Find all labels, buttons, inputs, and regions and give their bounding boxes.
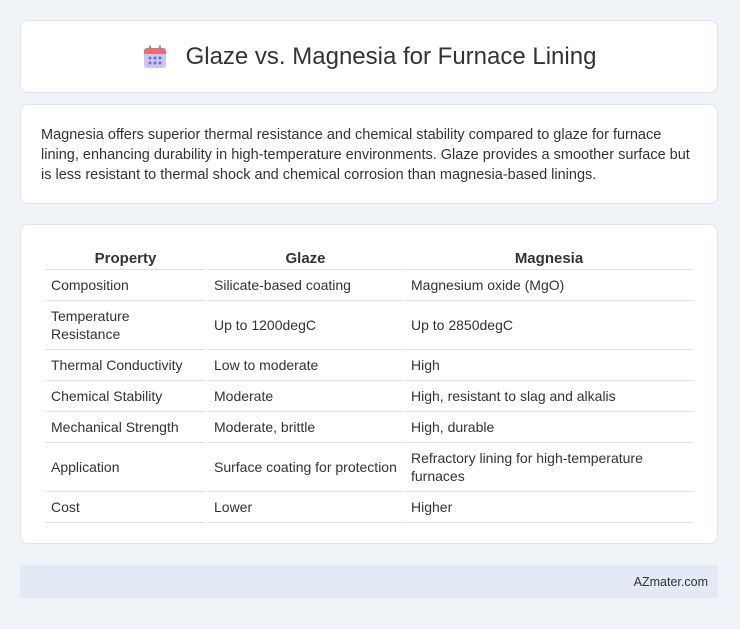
cell-glaze: Moderate — [208, 381, 403, 412]
table-row: Temperature Resistance Up to 1200degC Up… — [45, 301, 693, 350]
page-title: Glaze vs. Magnesia for Furnace Lining — [185, 42, 597, 70]
footer-brand: AZmater.com — [633, 574, 708, 589]
cell-magnesia: Magnesium oxide (MgO) — [405, 270, 693, 301]
cell-property: Temperature Resistance — [45, 301, 206, 350]
table-row: Thermal Conductivity Low to moderate Hig… — [45, 350, 693, 381]
cell-property: Mechanical Strength — [45, 412, 206, 443]
table-row: Application Surface coating for protecti… — [45, 443, 693, 492]
cell-magnesia: High — [405, 350, 693, 381]
summary-card: Magnesia offers superior thermal resista… — [20, 104, 718, 204]
cell-property: Application — [45, 443, 206, 492]
comparison-table: Property Glaze Magnesia Composition Sili… — [43, 247, 695, 523]
cell-glaze: Silicate-based coating — [208, 270, 403, 301]
table-header-row: Property Glaze Magnesia — [45, 247, 693, 270]
cell-glaze: Up to 1200degC — [208, 301, 403, 350]
title-wrap: Glaze vs. Magnesia for Furnace Lining — [142, 42, 597, 71]
cell-property: Thermal Conductivity — [45, 350, 206, 381]
cell-property: Composition — [45, 270, 206, 301]
cell-property: Chemical Stability — [45, 381, 206, 412]
cell-glaze: Surface coating for protection — [208, 443, 403, 492]
cell-magnesia: Higher — [405, 492, 693, 523]
summary-text: Magnesia offers superior thermal resista… — [41, 127, 690, 183]
table-row: Mechanical Strength Moderate, brittle Hi… — [45, 412, 693, 443]
cell-glaze: Moderate, brittle — [208, 412, 403, 443]
header-magnesia: Magnesia — [405, 247, 693, 270]
table-row: Composition Silicate-based coating Magne… — [45, 270, 693, 301]
cell-property: Cost — [45, 492, 206, 523]
cell-glaze: Low to moderate — [208, 350, 403, 381]
title-card: Glaze vs. Magnesia for Furnace Lining — [20, 20, 718, 93]
header-glaze: Glaze — [208, 247, 403, 270]
table-card: Property Glaze Magnesia Composition Sili… — [20, 224, 718, 544]
cell-magnesia: High, durable — [405, 412, 693, 443]
table-row: Cost Lower Higher — [45, 492, 693, 523]
header-property: Property — [45, 247, 206, 270]
footer: AZmater.com — [20, 565, 718, 598]
cell-magnesia: High, resistant to slag and alkalis — [405, 381, 693, 412]
table-row: Chemical Stability Moderate High, resist… — [45, 381, 693, 412]
calendar-icon — [143, 45, 166, 68]
cell-magnesia: Refractory lining for high-temperature f… — [405, 443, 693, 492]
cell-glaze: Lower — [208, 492, 403, 523]
cell-magnesia: Up to 2850degC — [405, 301, 693, 350]
